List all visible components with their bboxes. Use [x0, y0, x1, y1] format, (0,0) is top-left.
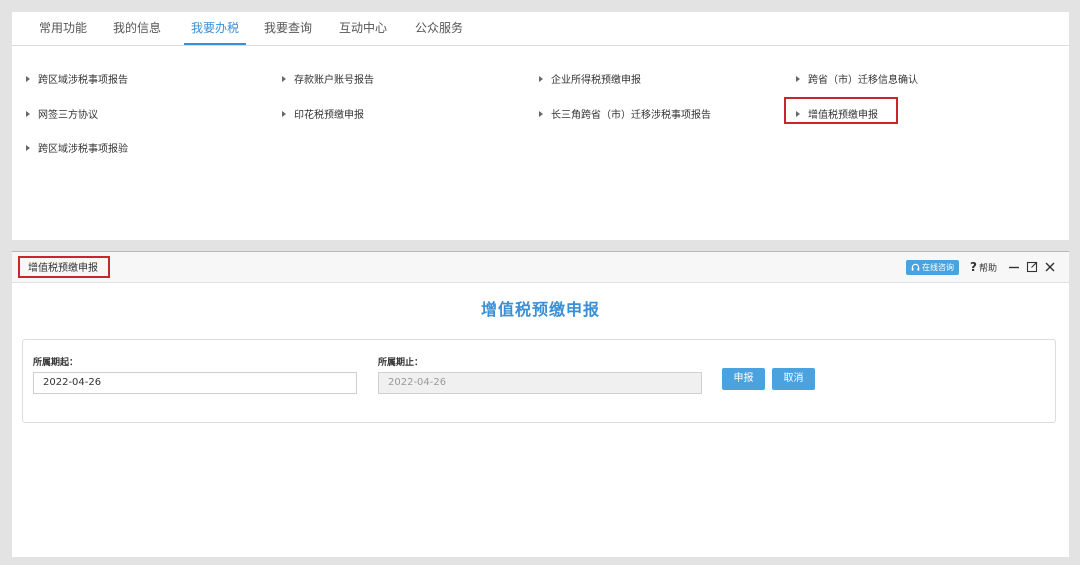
- headset-icon: [911, 263, 920, 271]
- menu-item-label: 网签三方协议: [38, 110, 98, 121]
- bullet-arrow-icon: [26, 75, 30, 82]
- online-consult-label: 在线咨询: [922, 263, 954, 272]
- online-consult-button[interactable]: 在线咨询: [906, 260, 959, 275]
- page-title: 增值税预缴申报: [480, 300, 600, 319]
- bullet-arrow-icon: [282, 75, 286, 82]
- cancel-button[interactable]: 取消: [772, 368, 815, 390]
- submit-declaration-button[interactable]: 申报: [722, 368, 765, 390]
- menu-item-stamp-tax[interactable]: 印花税预缴申报: [282, 106, 364, 121]
- period-end-label: 所属期止：: [378, 358, 424, 368]
- tab-interaction-center[interactable]: 互动中心: [332, 12, 394, 45]
- menu-item-label: 印花税预缴申报: [294, 110, 364, 121]
- menu-item-deposit-account-report[interactable]: 存款账户账号报告: [282, 71, 374, 86]
- tab-query[interactable]: 我要查询: [257, 12, 319, 45]
- bullet-arrow-icon: [282, 110, 286, 117]
- bullet-arrow-icon: [539, 110, 543, 117]
- menu-item-cross-region-report[interactable]: 跨区域涉税事项报告: [26, 71, 128, 86]
- menu-item-label: 跨区域涉税事项报告: [38, 75, 128, 86]
- tab-my-info[interactable]: 我的信息: [106, 12, 168, 45]
- question-icon: ?: [970, 260, 977, 274]
- minimize-icon[interactable]: [1008, 261, 1020, 273]
- highlight-box: [784, 97, 898, 124]
- bullet-arrow-icon: [539, 75, 543, 82]
- menu-item-tripartite-agreement[interactable]: 网签三方协议: [26, 106, 98, 121]
- vat-prepayment-window: 增值税预缴申报 在线咨询 ? 帮助 增值税预缴申报 所属期起： 2022-04-…: [12, 251, 1069, 557]
- declaration-form: 所属期起： 2022-04-26 所属期止： 2022-04-26 申报 取消: [22, 339, 1056, 423]
- bullet-arrow-icon: [796, 75, 800, 82]
- menu-item-corporate-income-tax[interactable]: 企业所得税预缴申报: [539, 71, 641, 86]
- menu-item-label: 跨省（市）迁移信息确认: [808, 75, 918, 86]
- tab-tax-handling[interactable]: 我要办税: [184, 12, 246, 45]
- tab-common-functions[interactable]: 常用功能: [32, 12, 94, 45]
- period-end-input: 2022-04-26: [378, 372, 702, 394]
- bullet-arrow-icon: [26, 144, 30, 151]
- window-title: 增值税预缴申报: [18, 256, 110, 278]
- help-button[interactable]: ? 帮助: [970, 260, 997, 274]
- menu-item-cross-province-migration[interactable]: 跨省（市）迁移信息确认: [796, 71, 918, 86]
- close-icon[interactable]: [1044, 261, 1056, 273]
- window-titlebar: 增值税预缴申报 在线咨询 ? 帮助: [12, 252, 1069, 283]
- menu-item-cross-region-verification[interactable]: 跨区域涉税事项报验: [26, 140, 128, 155]
- menu-item-label: 企业所得税预缴申报: [551, 75, 641, 86]
- period-start-input[interactable]: 2022-04-26: [33, 372, 357, 394]
- menu-item-label: 长三角跨省（市）迁移涉税事项报告: [551, 110, 711, 121]
- tax-menu-panel: 常用功能 我的信息 我要办税 我要查询 互动中心 公众服务 跨区域涉税事项报告 …: [12, 12, 1069, 240]
- tab-public-service[interactable]: 公众服务: [408, 12, 470, 45]
- maximize-icon[interactable]: [1026, 261, 1038, 273]
- menu-item-yangtze-migration-report[interactable]: 长三角跨省（市）迁移涉税事项报告: [539, 106, 711, 121]
- period-start-label: 所属期起：: [33, 358, 79, 368]
- bullet-arrow-icon: [26, 110, 30, 117]
- menu-item-label: 存款账户账号报告: [294, 75, 374, 86]
- tab-bar: 常用功能 我的信息 我要办税 我要查询 互动中心 公众服务: [12, 12, 1069, 46]
- help-label: 帮助: [978, 263, 997, 274]
- menu-item-label: 跨区域涉税事项报验: [38, 144, 128, 155]
